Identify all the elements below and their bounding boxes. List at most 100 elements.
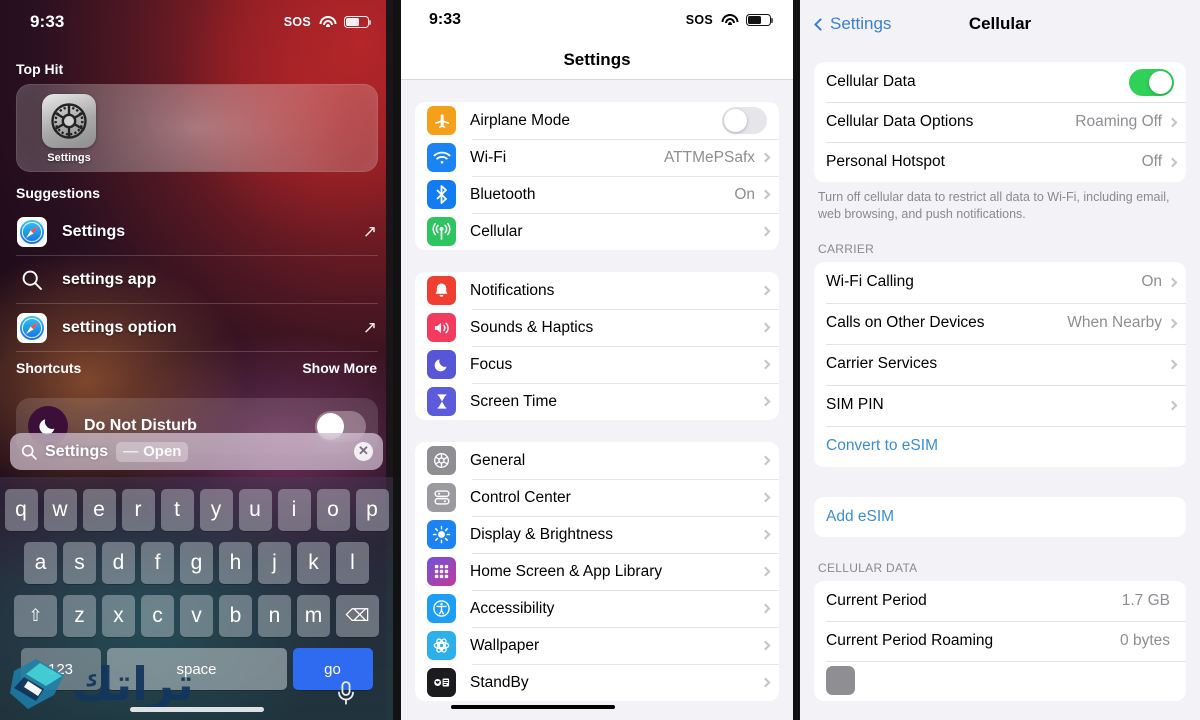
key-a[interactable]: a [24,542,57,584]
status-indicators: SOS [284,15,372,29]
settings-row-sounds-haptics[interactable]: Sounds & Haptics [415,309,779,346]
carrier-row-convert-to-esim[interactable]: Convert to eSIM [814,425,1186,467]
settings-row-focus[interactable]: Focus [415,346,779,383]
home-indicator [451,705,615,709]
carrier-row-carrier-services[interactable]: Carrier Services [814,343,1186,385]
shift-icon[interactable]: ⇧ [14,595,57,637]
key-z[interactable]: z [63,595,96,637]
key-k[interactable]: k [297,542,330,584]
nav-bar: Settings [401,40,793,80]
carrier-row-wifi-calling[interactable]: Wi-Fi Calling On [814,262,1186,303]
settings-row-cellular[interactable]: Cellular [415,213,779,250]
top-hit-app-tile[interactable]: Settings [35,94,103,164]
settings-row-screen-time[interactable]: Screen Time [415,383,779,420]
key-f[interactable]: f [141,542,174,584]
key-u[interactable]: u [238,489,272,531]
clear-circle-icon[interactable]: ✕ [354,442,373,461]
key-n[interactable]: n [258,595,291,637]
cellular-data-toggle[interactable] [1129,68,1174,96]
cellular-footnote: Turn off cellular data to restrict all d… [818,190,1170,222]
home-indicator [129,707,264,712]
chevron-right-icon [1167,117,1178,127]
open-arrow-icon[interactable]: ↗ [363,222,377,242]
cellular-row-data-options[interactable]: Cellular Data Options Roaming Off [814,102,1186,142]
settings-row-general[interactable]: General [415,442,779,479]
row-add-esim[interactable]: Add eSIM [814,497,1186,537]
key-l[interactable]: l [336,542,369,584]
settings-row-label: Home Screen & App Library [470,562,663,580]
keyboard-row-2: a s d f g h j k l [0,542,393,584]
settings-row-wifi[interactable]: Wi-Fi ATTMePSafx [415,139,779,176]
airplane-mode-toggle[interactable] [722,107,767,134]
settings-row-display-brightness[interactable]: Display & Brightness [415,516,779,553]
watermark-logo-icon [10,659,64,709]
back-button[interactable]: Settings [814,14,891,34]
settings-row-value: On [734,185,755,203]
settings-row-bluetooth[interactable]: Bluetooth On [415,176,779,213]
grid-icon [427,557,456,586]
top-hit-card[interactable]: Settings [16,84,378,172]
key-i[interactable]: i [277,489,311,531]
usage-row-partial[interactable] [814,660,1186,701]
search-input[interactable]: Settings — Open ✕ [10,433,383,470]
key-c[interactable]: c [141,595,174,637]
key-m[interactable]: m [297,595,330,637]
carrier-row-sim-pin[interactable]: SIM PIN [814,384,1186,426]
chevron-right-icon [1167,157,1178,167]
key-w[interactable]: w [43,489,77,531]
key-y[interactable]: y [199,489,233,531]
usage-row-current-period-roaming[interactable]: Current Period Roaming 0 bytes [814,620,1186,661]
chevron-right-icon [760,603,771,614]
brightness-icon [427,520,456,549]
status-time: 9:33 [429,11,462,28]
settings-row-control-center[interactable]: Control Center [415,479,779,516]
key-x[interactable]: x [102,595,135,637]
convert-to-esim-link[interactable]: Convert to eSIM [826,437,1186,455]
settings-row-accessibility[interactable]: Accessibility [415,590,779,627]
suggestions-header: Suggestions [16,185,101,201]
safari-icon [16,312,48,344]
key-d[interactable]: d [102,542,135,584]
key-e[interactable]: e [82,489,116,531]
show-more-button[interactable]: Show More [302,360,377,376]
key-p[interactable]: p [355,489,389,531]
key-r[interactable]: r [121,489,155,531]
suggestion-row-settings-option[interactable]: settings option ↗ [0,304,393,351]
hourglass-icon [427,387,456,416]
bluetooth-icon [427,180,456,209]
key-s[interactable]: s [63,542,96,584]
suggestion-row-settings-app[interactable]: settings app [0,256,393,303]
settings-row-notifications[interactable]: Notifications [415,272,779,309]
key-g[interactable]: g [180,542,213,584]
settings-row-wallpaper[interactable]: Wallpaper [415,627,779,664]
usage-row-current-period[interactable]: Current Period 1.7 GB [814,581,1186,621]
cellular-row-personal-hotspot[interactable]: Personal Hotspot Off [814,142,1186,182]
key-o[interactable]: o [316,489,350,531]
key-j[interactable]: j [258,542,291,584]
key-q[interactable]: q [4,489,38,531]
chevron-right-icon [760,226,771,237]
key-b[interactable]: b [219,595,252,637]
carrier-row-calls-other-devices[interactable]: Calls on Other Devices When Nearby [814,302,1186,344]
delete-icon[interactable]: ⌫ [336,595,379,637]
keyboard-bottom-bar: تراتك [0,657,393,720]
settings-row-home-screen[interactable]: Home Screen & App Library [415,553,779,590]
speaker-icon [427,313,456,342]
cellular-row-label: Personal Hotspot [826,153,945,170]
carrier-row-label: Carrier Services [826,355,938,372]
suggestion-label: Settings [62,222,126,240]
cellular-scroll-area[interactable]: Cellular Data Cellular Data Options Roam… [800,48,1200,720]
settings-row-standby[interactable]: StandBy [415,664,779,701]
key-v[interactable]: v [180,595,213,637]
settings-scroll-area[interactable]: Airplane Mode Wi-Fi ATTMePSafx Bluetooth… [401,80,793,720]
open-arrow-icon[interactable]: ↗ [363,318,377,338]
settings-row-label: Wallpaper [470,636,540,654]
cellular-row-cellular-data[interactable]: Cellular Data [814,62,1186,102]
key-h[interactable]: h [219,542,252,584]
usage-row-label: Current Period Roaming [826,631,994,649]
moon-icon [427,350,456,379]
suggestion-row-settings[interactable]: Settings ↗ [0,208,393,255]
key-t[interactable]: t [160,489,194,531]
settings-row-airplane-mode[interactable]: Airplane Mode [415,102,779,139]
add-esim-link[interactable]: Add eSIM [826,508,1186,526]
